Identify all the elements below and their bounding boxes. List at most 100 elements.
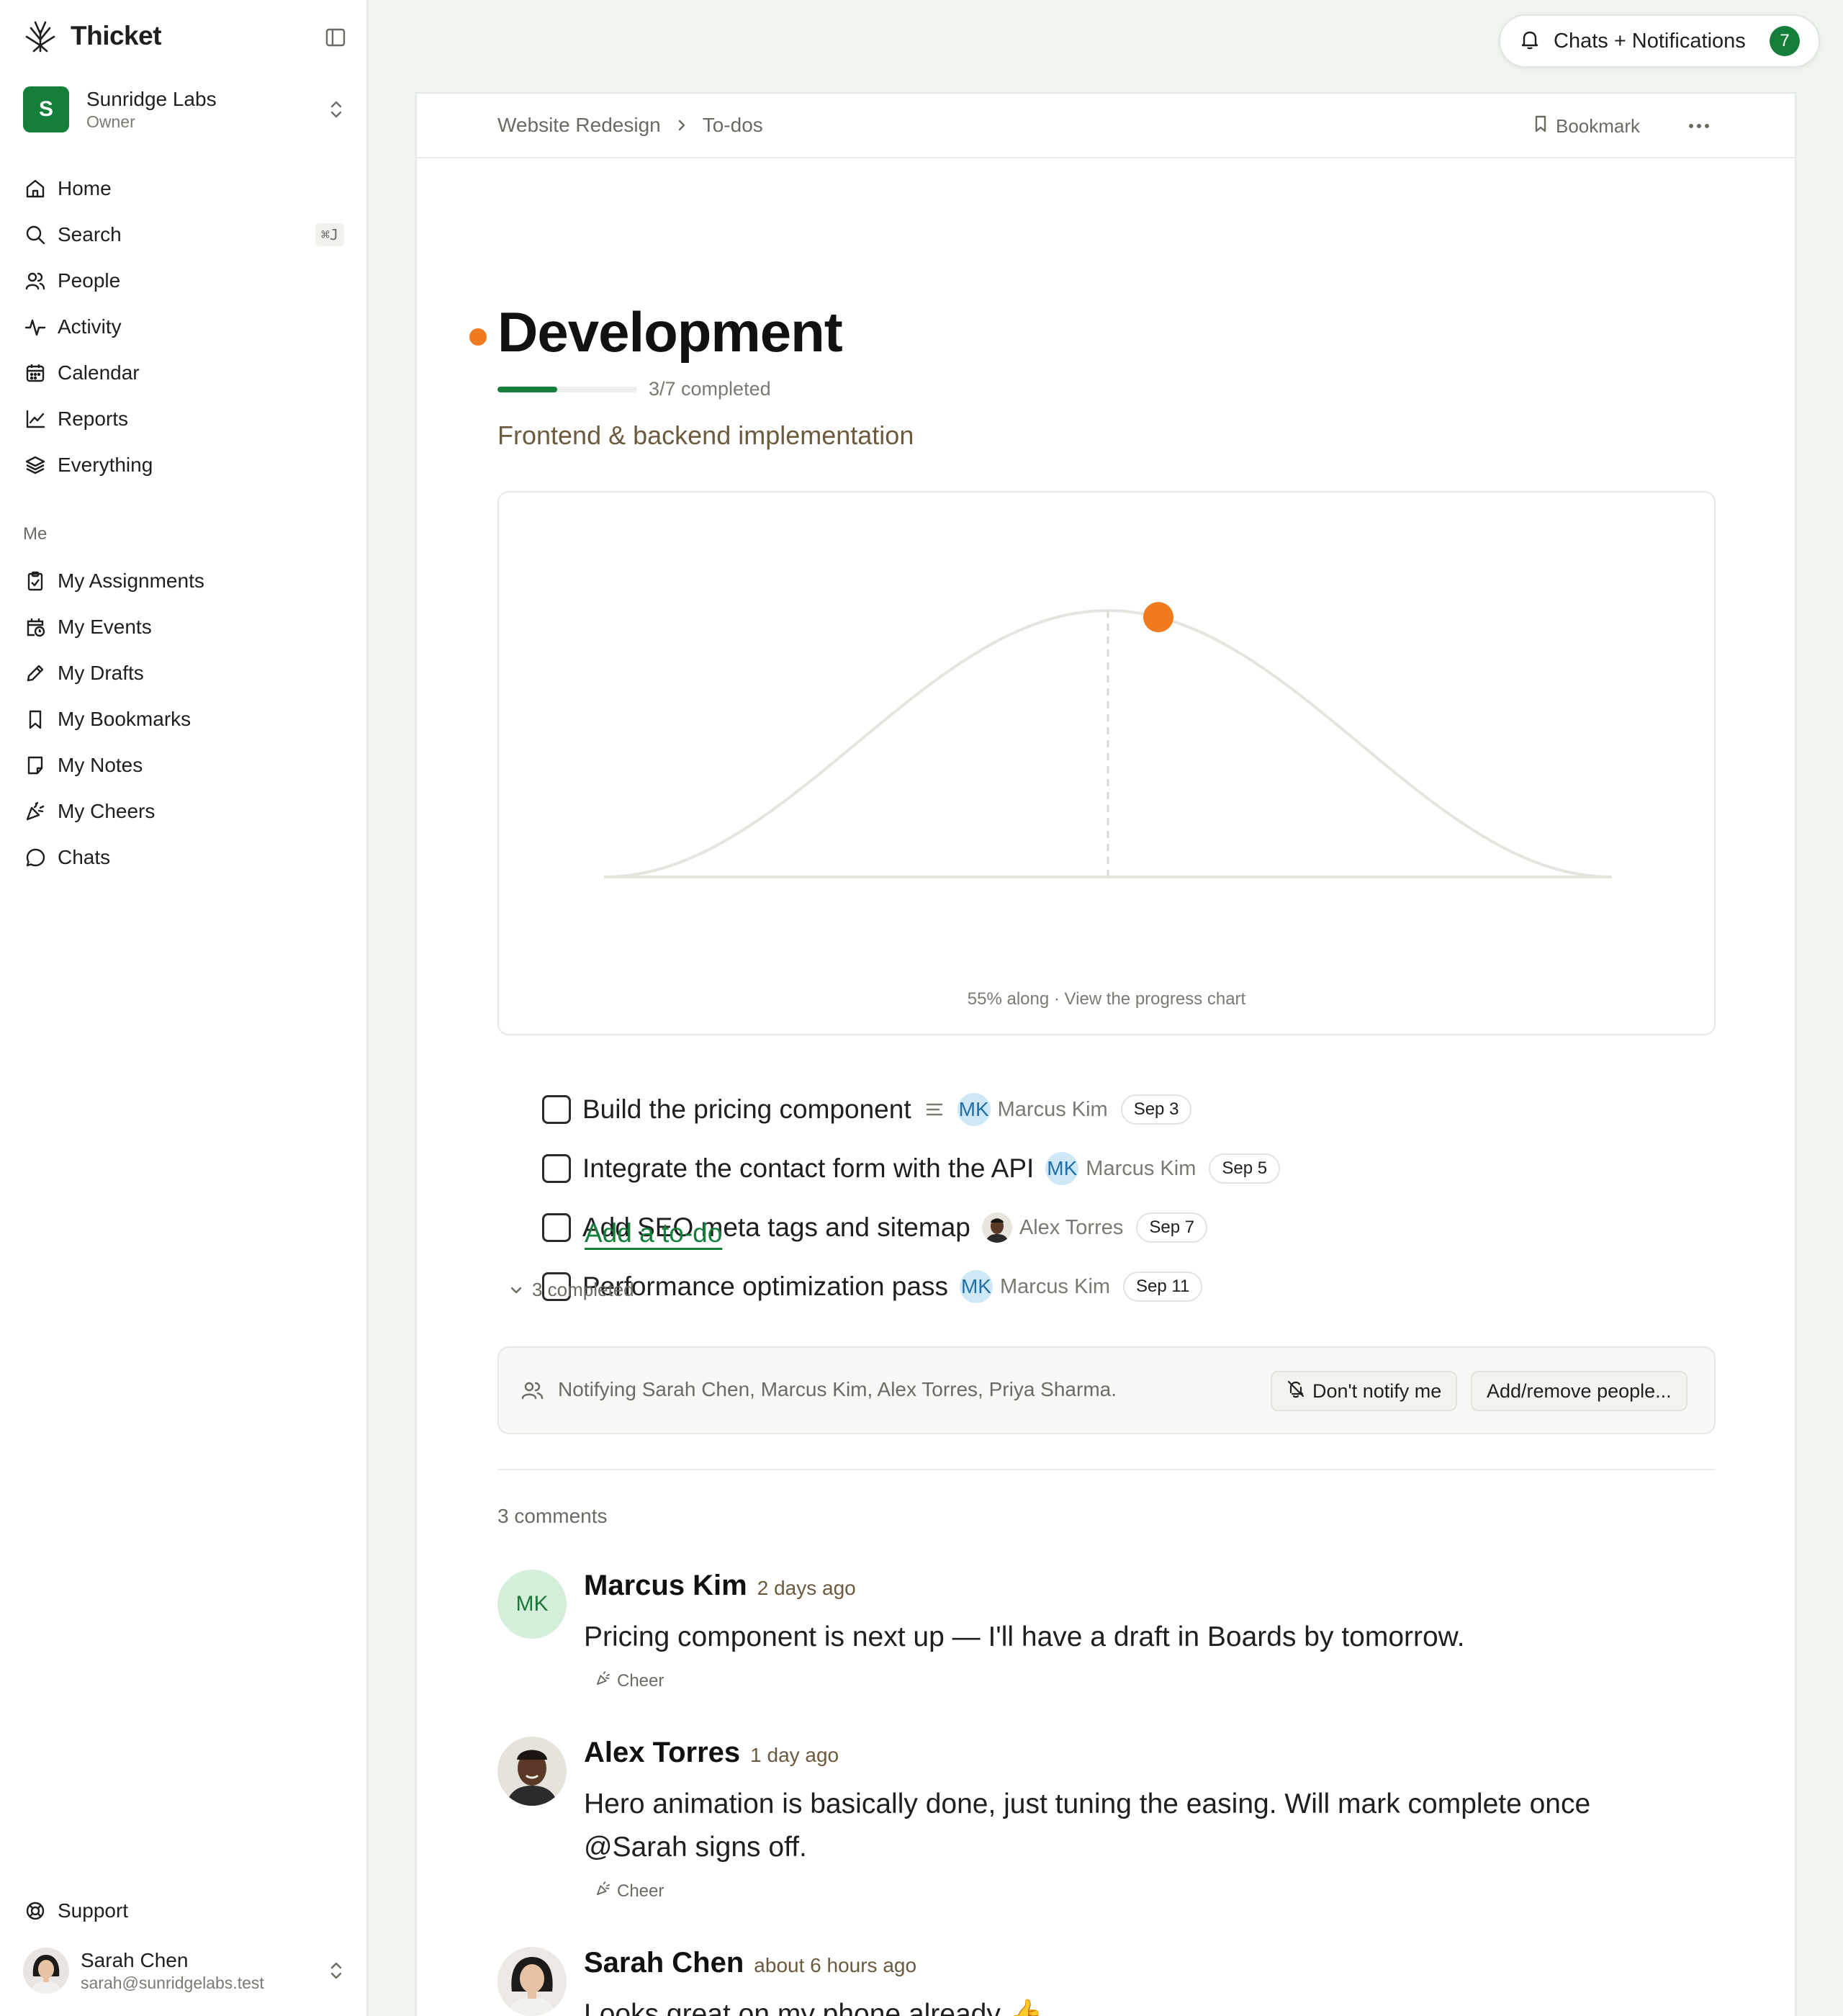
comment: MK Marcus Kim 2 days ago Pricing compone… [497, 1570, 1716, 1714]
completed-toggle[interactable]: 3 completed [509, 1279, 634, 1301]
comment-avatar [497, 1947, 567, 2016]
todo-due-date[interactable]: Sep 11 [1123, 1272, 1203, 1302]
comment-time[interactable]: 1 day ago [750, 1744, 839, 1767]
hill-caption[interactable]: 55% along · View the progress chart [499, 989, 1714, 1009]
todo-item: Performance optimization pass MK Marcus … [542, 1257, 1694, 1316]
progress-bar [497, 387, 637, 392]
nav-my-drafts[interactable]: My Drafts [13, 650, 351, 696]
comment-author[interactable]: Sarah Chen [584, 1947, 744, 1979]
todo-checkbox[interactable] [542, 1154, 571, 1183]
hill-position-dot[interactable] [1143, 602, 1173, 633]
sidebar-toggle-button[interactable] [321, 23, 350, 52]
comment: Alex Torres 1 day ago Hero animation is … [497, 1737, 1716, 1931]
nav-everything[interactable]: Everything [13, 442, 351, 488]
todo-due-date[interactable]: Sep 3 [1120, 1094, 1192, 1125]
nav-support[interactable]: Support [13, 1888, 351, 1934]
nav-my-assignments[interactable]: My Assignments [13, 558, 351, 604]
notifications-button[interactable]: Chats + Notifications 7 [1499, 14, 1820, 68]
todo-title[interactable]: Build the pricing component [582, 1094, 911, 1125]
org-badge: S [23, 86, 69, 132]
todo-title[interactable]: Integrate the contact form with the API [582, 1153, 1034, 1184]
hill-chart[interactable]: 55% along · View the progress chart [497, 491, 1716, 1035]
cheer-button[interactable]: Cheer [595, 1881, 664, 1902]
todo-assignee[interactable]: MK Marcus Kim [1045, 1152, 1196, 1185]
todo-due-date[interactable]: Sep 7 [1136, 1212, 1208, 1243]
chat-icon [23, 845, 48, 870]
ellipsis-icon [1689, 124, 1709, 128]
nav-activity[interactable]: Activity [13, 304, 351, 350]
hill-chart-svg [603, 602, 1613, 878]
comments-count: 3 comments [497, 1505, 608, 1527]
add-todo-link[interactable]: Add a to-do [585, 1218, 722, 1248]
todo-checkbox[interactable] [542, 1095, 571, 1124]
nav-reports[interactable]: Reports [13, 396, 351, 442]
comment-body: Looks great on my phone already 👍 [584, 1999, 1044, 2016]
user-menu[interactable]: Sarah Chen sarah@sunridgelabs.test [23, 1945, 347, 1996]
brand[interactable]: Thicket [22, 16, 162, 56]
comment-body: Hero animation is basically done, just t… [584, 1788, 1591, 1863]
more-options-button[interactable] [1682, 109, 1716, 143]
comment-author[interactable]: Alex Torres [584, 1737, 740, 1769]
comment-time[interactable]: about 6 hours ago [754, 1954, 916, 1977]
comment-avatar: MK [497, 1570, 567, 1639]
chevron-down-icon [509, 1279, 523, 1301]
nav-home[interactable]: Home [13, 166, 351, 212]
nav-everything-label: Everything [58, 454, 153, 476]
bookmark-button[interactable]: Bookmark [1533, 109, 1640, 143]
party-icon [595, 1881, 611, 1902]
nav-activity-label: Activity [58, 315, 122, 338]
assignee-avatar: MK [959, 1270, 993, 1303]
bookmark-icon [1533, 114, 1549, 138]
chevron-right-icon [675, 117, 688, 133]
nav-my-notes[interactable]: My Notes [13, 742, 351, 788]
nav-my-bookmarks-label: My Bookmarks [58, 708, 191, 730]
cheer-button[interactable]: Cheer [595, 1670, 664, 1691]
todo-due-date[interactable]: Sep 5 [1209, 1153, 1281, 1184]
user-avatar [23, 1948, 69, 1994]
nav-my-events-label: My Events [58, 616, 152, 638]
list-title: Development [497, 300, 843, 364]
nav-search[interactable]: Search ⌘J [13, 212, 351, 258]
user-email: sarah@sunridgelabs.test [81, 1974, 264, 1992]
todo-assignee[interactable]: MK Marcus Kim [959, 1270, 1110, 1303]
comment-time[interactable]: 2 days ago [757, 1577, 856, 1600]
breadcrumb-project[interactable]: Website Redesign [497, 114, 661, 137]
comment-author[interactable]: Marcus Kim [584, 1570, 747, 1602]
org-name: Sunridge Labs [86, 88, 217, 110]
nav-my-cheers[interactable]: My Cheers [13, 788, 351, 834]
todo-assignee[interactable]: MK Marcus Kim [957, 1093, 1108, 1126]
assignee-name: Alex Torres [1019, 1215, 1124, 1239]
nav-people[interactable]: People [13, 258, 351, 304]
bell-off-icon [1287, 1380, 1305, 1403]
nav-my-assignments-label: My Assignments [58, 570, 204, 592]
breadcrumb-section[interactable]: To-dos [703, 114, 763, 137]
comment: Sarah Chen about 6 hours ago Looks great… [497, 1947, 1716, 2016]
nav-calendar[interactable]: Calendar [13, 350, 351, 396]
nav-reports-label: Reports [58, 408, 129, 430]
assignee-name: Marcus Kim [997, 1097, 1108, 1121]
list-description: Frontend & backend implementation [497, 420, 914, 450]
assignee-avatar: MK [1045, 1152, 1079, 1185]
todo-checkbox[interactable] [542, 1213, 571, 1242]
dont-notify-button[interactable]: Don't notify me [1271, 1371, 1458, 1411]
sidebar-toggle-icon [325, 28, 346, 47]
pencil-icon [23, 661, 48, 685]
todo-assignee[interactable]: Alex Torres [981, 1212, 1124, 1243]
main-nav: Home Search ⌘J People Activity Calendar … [13, 166, 351, 488]
search-shortcut: ⌘J [315, 223, 344, 246]
org-switcher[interactable]: S Sunridge Labs Owner [23, 85, 347, 134]
party-icon [595, 1670, 611, 1691]
note-icon [23, 753, 48, 778]
nav-my-cheers-label: My Cheers [58, 800, 156, 822]
nav-chats[interactable]: Chats [13, 834, 351, 881]
nav-my-events[interactable]: My Events [13, 604, 351, 650]
dont-notify-label: Don't notify me [1312, 1380, 1442, 1402]
nav-my-bookmarks[interactable]: My Bookmarks [13, 696, 351, 742]
todo-title[interactable]: Performance optimization pass [582, 1272, 948, 1302]
nav-my-drafts-label: My Drafts [58, 662, 144, 684]
org-role: Owner [86, 112, 135, 131]
support-nav: Support [13, 1888, 351, 1934]
add-remove-people-button[interactable]: Add/remove people... [1471, 1371, 1687, 1411]
assignee-avatar [981, 1212, 1012, 1243]
progress-text: 3/7 completed [649, 378, 771, 400]
